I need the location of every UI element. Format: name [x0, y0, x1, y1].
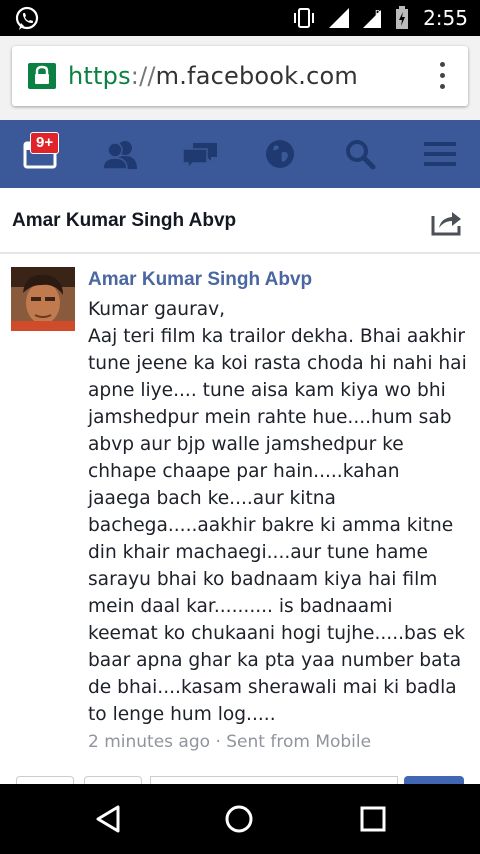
back-icon[interactable] — [90, 801, 126, 837]
globe-icon — [266, 140, 294, 168]
post-author-link[interactable]: Amar Kumar Singh Abvp — [88, 269, 312, 291]
status-time: 2:55 — [423, 6, 468, 30]
url-host: m.facebook.com — [155, 62, 358, 90]
author-avatar[interactable] — [11, 267, 75, 331]
nav-menu[interactable] — [400, 120, 480, 188]
url-scheme: https — [68, 62, 131, 90]
page-title: Amar Kumar Singh Abvp — [12, 210, 237, 231]
avatar-photo — [11, 267, 75, 331]
comment-action-strip — [0, 776, 480, 784]
home-icon[interactable] — [221, 801, 257, 837]
svg-text:R: R — [375, 9, 381, 18]
whatsapp-icon — [15, 6, 39, 30]
nav-search[interactable] — [320, 120, 400, 188]
recents-icon[interactable] — [355, 801, 391, 837]
action-button-2[interactable] — [84, 776, 142, 784]
url-text[interactable]: https://m.facebook.com — [68, 62, 358, 90]
system-nav-bar — [0, 784, 480, 854]
nav-messages[interactable] — [160, 120, 240, 188]
url-separator: :// — [130, 62, 156, 90]
lock-icon — [28, 63, 56, 89]
post: Amar Kumar Singh Abvp Kumar gaurav, Aaj … — [0, 256, 480, 780]
signal-icon — [329, 8, 350, 28]
status-bar: R 2:55 — [0, 0, 480, 36]
action-button-1[interactable] — [16, 776, 74, 784]
roaming-icon: R — [363, 9, 382, 28]
friends-icon — [102, 141, 137, 169]
battery-charging-icon — [396, 6, 409, 29]
search-icon — [346, 140, 376, 170]
nav-globe[interactable] — [240, 120, 320, 188]
browser-menu-icon[interactable] — [438, 62, 446, 90]
menu-icon — [424, 142, 456, 166]
browser-toolbar: https://m.facebook.com — [0, 36, 480, 120]
post-body: Kumar gaurav, Aaj teri film ka trailor d… — [88, 299, 467, 725]
nav-notifications[interactable]: 9+ — [0, 120, 80, 188]
share-icon[interactable] — [430, 206, 464, 236]
address-bar[interactable]: https://m.facebook.com — [12, 46, 468, 106]
post-comment-button[interactable] — [404, 776, 464, 784]
page-header: Amar Kumar Singh Abvp — [0, 188, 480, 254]
notification-badge: 9+ — [30, 132, 60, 154]
post-meta: 2 minutes ago · Sent from Mobile — [88, 732, 372, 752]
comment-input[interactable] — [150, 776, 398, 784]
messages-icon — [182, 143, 217, 169]
nav-friends[interactable] — [80, 120, 160, 188]
vibrate-icon — [294, 8, 315, 28]
facebook-nav-bar: 9+ — [0, 120, 480, 188]
